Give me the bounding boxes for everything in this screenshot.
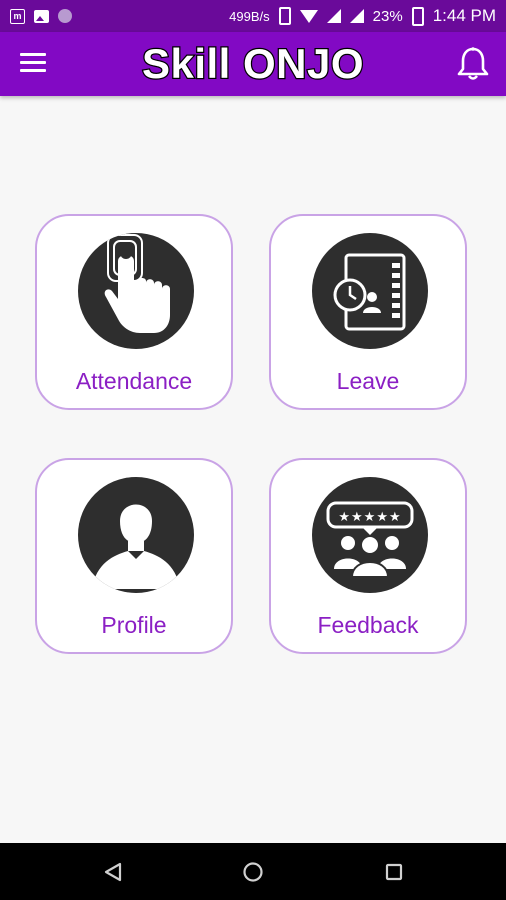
signal-2-icon xyxy=(349,9,364,23)
status-left: m xyxy=(10,8,72,24)
notification-m-icon: m xyxy=(10,8,25,24)
signal-icon xyxy=(326,9,341,23)
leave-calendar-icon xyxy=(312,233,428,349)
navigation-bar xyxy=(0,843,506,900)
recents-icon[interactable] xyxy=(382,860,406,884)
notification-dot-icon xyxy=(58,9,72,23)
battery-percent: 23% xyxy=(372,7,403,25)
feedback-label: Feedback xyxy=(317,612,419,638)
leave-label: Leave xyxy=(336,368,400,394)
clock: 1:44 PM xyxy=(432,6,496,25)
app-title: Skill ONJO xyxy=(141,39,365,89)
app-bar: Skill ONJO xyxy=(0,32,506,96)
vibrate-icon xyxy=(278,7,291,25)
back-icon[interactable] xyxy=(101,860,125,884)
battery-icon xyxy=(411,6,424,26)
wifi-icon xyxy=(299,9,318,23)
leave-card[interactable]: Leave xyxy=(269,214,467,410)
network-speed: 499B/s xyxy=(229,8,270,24)
svg-text:★★★★★: ★★★★★ xyxy=(338,510,401,525)
feedback-rating-icon: ★★★★★ xyxy=(312,477,428,593)
profile-card[interactable]: Profile xyxy=(35,458,233,654)
notification-image-icon xyxy=(34,9,49,23)
bell-icon[interactable] xyxy=(456,46,490,82)
status-bar: m 499B/s 23% 1:44 PM xyxy=(0,0,506,32)
attendance-card[interactable]: Attendance xyxy=(35,214,233,410)
status-right: 499B/s 23% 1:44 PM xyxy=(229,6,496,26)
home-icon[interactable] xyxy=(241,860,265,884)
profile-person-icon xyxy=(78,477,194,593)
feedback-card[interactable]: ★★★★★ Feedback xyxy=(269,458,467,654)
profile-label: Profile xyxy=(101,612,167,638)
attendance-label: Attendance xyxy=(75,368,193,394)
fingerprint-touch-icon xyxy=(78,233,194,349)
